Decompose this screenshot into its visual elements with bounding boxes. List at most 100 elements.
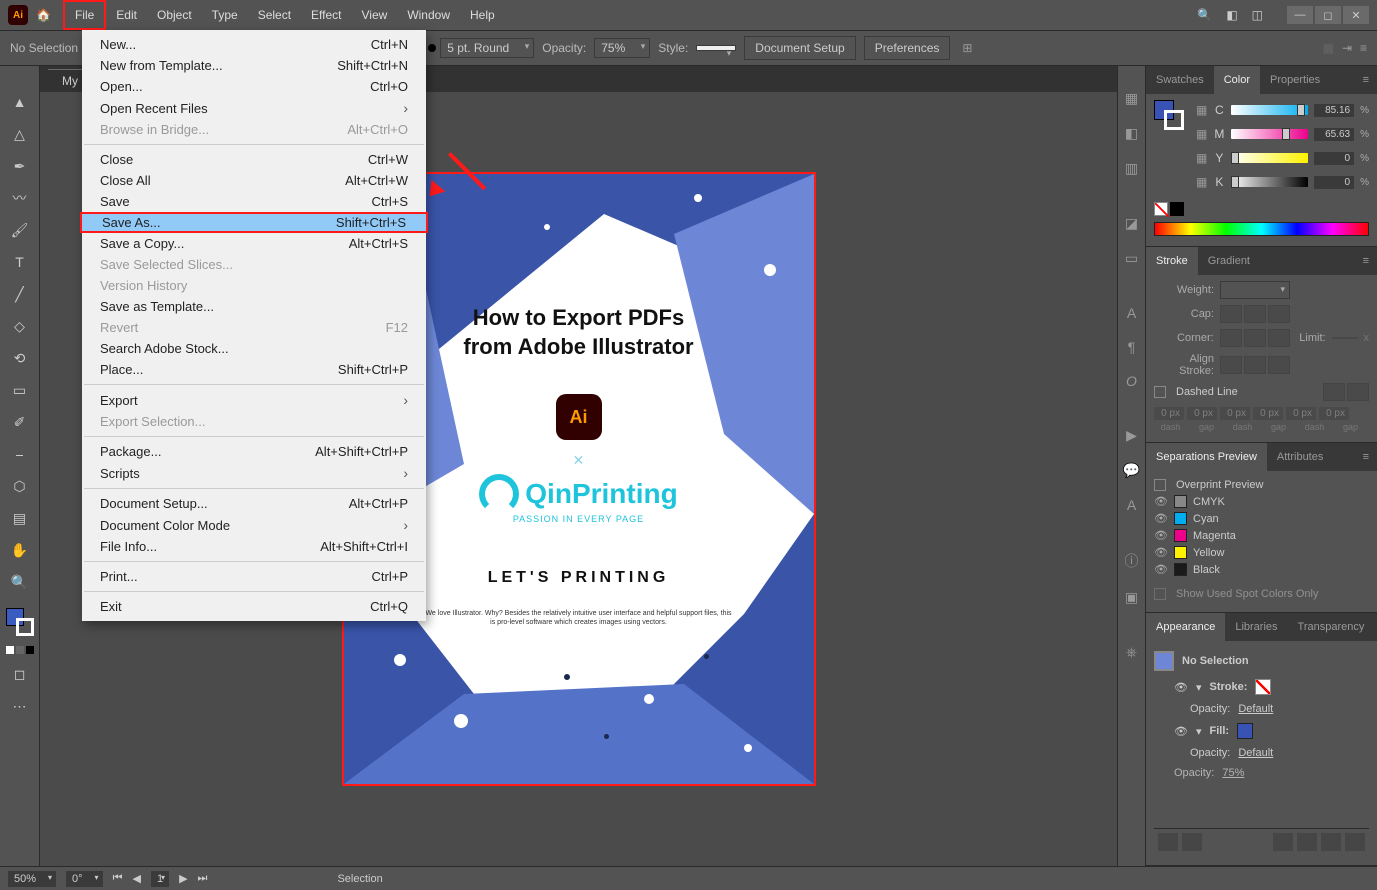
zoom-select[interactable]: 50%: [8, 871, 56, 887]
menu-window[interactable]: Window: [397, 0, 460, 30]
attributes-tab[interactable]: Attributes: [1267, 443, 1333, 471]
clear-icon[interactable]: [1297, 833, 1317, 851]
prev-page-icon[interactable]: ◀: [132, 872, 140, 885]
slider-M[interactable]: [1231, 129, 1308, 139]
panel-fill-stroke[interactable]: [1154, 100, 1184, 130]
dashed-line-checkbox[interactable]: [1154, 386, 1166, 398]
properties-strip-icon[interactable]: ▦: [1125, 90, 1138, 107]
menu-select[interactable]: Select: [248, 0, 301, 30]
align-inside[interactable]: [1244, 356, 1266, 374]
character-strip-icon[interactable]: A: [1127, 497, 1136, 513]
menu-item-close[interactable]: CloseCtrl+W: [82, 149, 426, 170]
panel-menu-icon[interactable]: ≡: [1355, 443, 1377, 471]
color-tab[interactable]: Color: [1214, 66, 1260, 94]
menu-item-save-as-template-[interactable]: Save as Template...: [82, 296, 426, 317]
brush-tool[interactable]: 🖌: [8, 218, 32, 242]
stroke-tab[interactable]: Stroke: [1146, 247, 1198, 275]
menu-item-new-[interactable]: New...Ctrl+N: [82, 34, 426, 55]
panel-menu-icon[interactable]: ≡: [1355, 247, 1377, 275]
menu-edit[interactable]: Edit: [106, 0, 147, 30]
menu-item-open-[interactable]: Open...Ctrl+O: [82, 76, 426, 97]
fill-stroke-swatch[interactable]: [6, 608, 34, 636]
align-outside[interactable]: [1268, 356, 1290, 374]
type-strip-icon[interactable]: A: [1127, 305, 1136, 321]
artboard-strip-icon[interactable]: ▭: [1125, 250, 1138, 267]
visibility-icon[interactable]: 👁: [1154, 512, 1168, 525]
val-Y[interactable]: 0: [1314, 152, 1354, 165]
snap-icon[interactable]: ⇥: [1342, 41, 1352, 55]
menu-item-export[interactable]: Export: [82, 389, 426, 411]
curvature-tool[interactable]: 〰: [8, 186, 32, 210]
add-stroke-icon[interactable]: [1158, 833, 1178, 851]
visibility-icon[interactable]: 👁: [1154, 529, 1168, 542]
visibility-icon[interactable]: 👁: [1154, 495, 1168, 508]
menu-item-search-adobe-stock-[interactable]: Search Adobe Stock...: [82, 338, 426, 359]
menu-item-place-[interactable]: Place...Shift+Ctrl+P: [82, 359, 426, 380]
zoom-tool[interactable]: 🔍: [8, 570, 32, 594]
gradient-tab[interactable]: Gradient: [1198, 247, 1260, 275]
page-input[interactable]: 1: [151, 871, 169, 887]
val-M[interactable]: 65.63: [1314, 128, 1354, 141]
selection-tool[interactable]: ▲: [8, 90, 32, 114]
rectangle-tool[interactable]: ▭: [8, 378, 32, 402]
opacity-select[interactable]: 75%: [594, 38, 650, 58]
info-strip-icon[interactable]: ⓘ: [1125, 551, 1139, 571]
panel-menu-icon[interactable]: ≡: [1355, 66, 1377, 94]
menu-effect[interactable]: Effect: [301, 0, 351, 30]
separations-tab[interactable]: Separations Preview: [1146, 443, 1267, 471]
align-icon[interactable]: ⊞: [962, 41, 972, 55]
menu-object[interactable]: Object: [147, 0, 202, 30]
menu-help[interactable]: Help: [460, 0, 505, 30]
paragraph-strip-icon[interactable]: ¶: [1128, 339, 1136, 355]
corner-round[interactable]: [1244, 329, 1266, 347]
slider-Y[interactable]: [1231, 153, 1308, 163]
menu-item-document-color-mode[interactable]: Document Color Mode: [82, 514, 426, 536]
libraries-tab[interactable]: Libraries: [1225, 613, 1287, 641]
menu-item-print-[interactable]: Print...Ctrl+P: [82, 566, 426, 587]
align-center[interactable]: [1220, 356, 1242, 374]
home-icon[interactable]: 🏠: [36, 8, 51, 22]
next-page-icon[interactable]: ▶: [179, 872, 187, 885]
last-page-icon[interactable]: ⏭: [198, 872, 208, 885]
duplicate-icon[interactable]: [1321, 833, 1341, 851]
panel-menu-icon[interactable]: ≡: [1360, 41, 1367, 55]
close-button[interactable]: ✕: [1343, 6, 1369, 24]
menu-item-close-all[interactable]: Close AllAlt+Ctrl+W: [82, 170, 426, 191]
libraries-strip-icon[interactable]: ▥: [1125, 160, 1138, 177]
minimize-button[interactable]: —: [1287, 6, 1313, 24]
cap-butt[interactable]: [1220, 305, 1242, 323]
appearance-tab[interactable]: Appearance: [1146, 613, 1225, 641]
slider-K[interactable]: [1231, 177, 1308, 187]
maximize-button[interactable]: ◻: [1315, 6, 1341, 24]
direct-selection-tool[interactable]: △: [8, 122, 32, 146]
play-strip-icon[interactable]: ▶: [1126, 427, 1137, 444]
pen-tool[interactable]: ✒: [8, 154, 32, 178]
menu-item-save-as-[interactable]: Save As...Shift+Ctrl+S: [80, 212, 428, 233]
menu-item-save[interactable]: SaveCtrl+S: [82, 191, 426, 212]
comment-strip-icon[interactable]: 💬: [1123, 462, 1140, 479]
menu-item-open-recent-files[interactable]: Open Recent Files: [82, 97, 426, 119]
edit-toolbar[interactable]: ⋯: [8, 694, 32, 718]
preferences-button[interactable]: Preferences: [864, 36, 951, 60]
color-spectrum[interactable]: [1154, 222, 1369, 236]
rotate-select[interactable]: 0°: [66, 871, 103, 887]
document-setup-button[interactable]: Document Setup: [744, 36, 855, 60]
color-mode-swatches[interactable]: [6, 646, 34, 654]
width-tool[interactable]: ⎯: [8, 442, 32, 466]
overprint-checkbox[interactable]: [1154, 479, 1166, 491]
type-tool[interactable]: T: [8, 250, 32, 274]
stroke-profile-select[interactable]: 5 pt. Round: [440, 38, 534, 58]
asset-strip-icon[interactable]: ◪: [1125, 215, 1138, 232]
layers-strip-icon[interactable]: ◧: [1125, 125, 1138, 142]
shape-builder-tool[interactable]: ⬡: [8, 474, 32, 498]
visibility-icon[interactable]: 👁: [1174, 725, 1188, 738]
visibility-icon[interactable]: 👁: [1174, 681, 1188, 694]
add-fill-icon[interactable]: [1182, 833, 1202, 851]
transparency-tab[interactable]: Transparency: [1288, 613, 1375, 641]
menu-view[interactable]: View: [352, 0, 398, 30]
menu-item-new-from-template-[interactable]: New from Template...Shift+Ctrl+N: [82, 55, 426, 76]
rotate-tool[interactable]: ⟲: [8, 346, 32, 370]
eyedropper-tool[interactable]: ✐: [8, 410, 32, 434]
fx-icon[interactable]: [1273, 833, 1293, 851]
val-C[interactable]: 85.16: [1314, 104, 1354, 117]
